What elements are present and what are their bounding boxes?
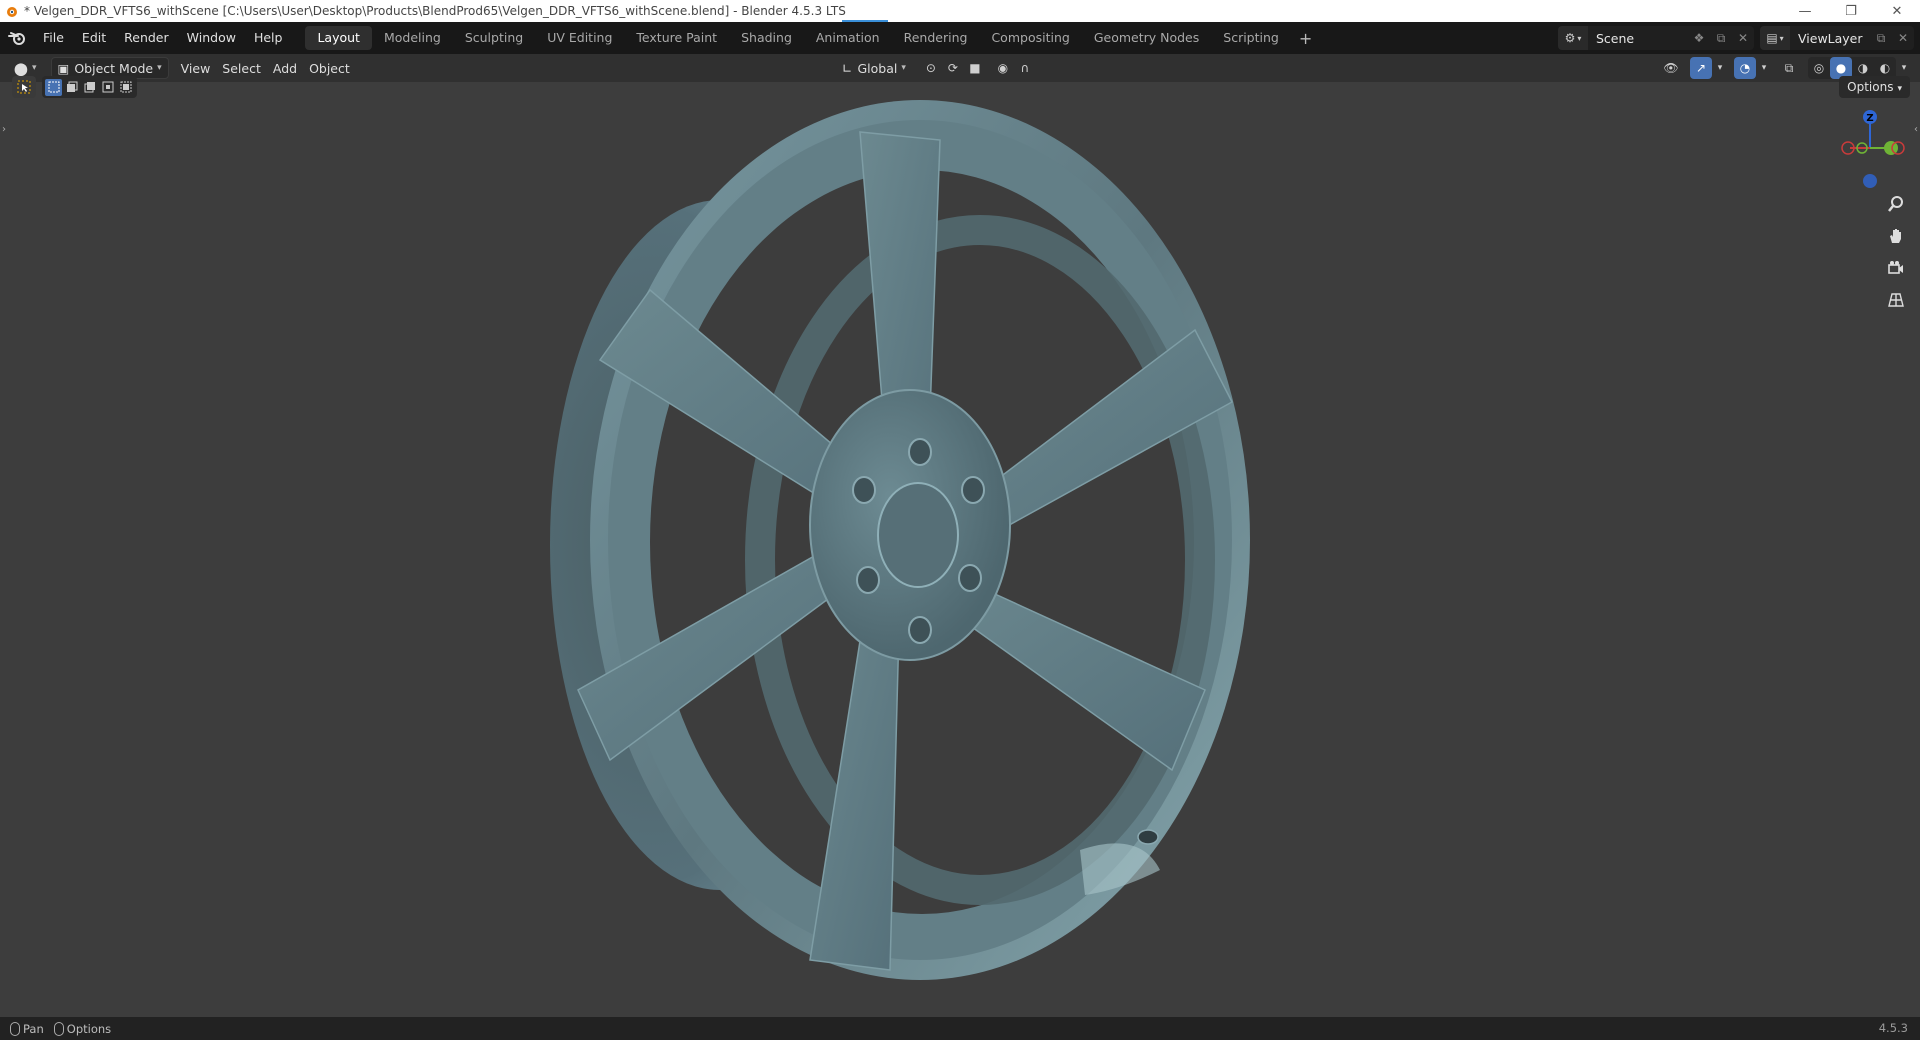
scene-name[interactable]: Scene	[1588, 31, 1688, 46]
selection-mode-group	[42, 76, 137, 98]
mouse-right-icon	[53, 1021, 64, 1036]
gizmo-toggle-icon[interactable]: ↗	[1690, 57, 1712, 79]
snap-icon[interactable]: ⟳	[942, 57, 964, 79]
overlays-toggle-icon[interactable]: ◔	[1734, 57, 1756, 79]
menu-select[interactable]: Select	[216, 57, 267, 79]
blender-topbar: File Edit Render Window Help Layout Mode…	[0, 22, 1920, 54]
status-pan: Pan	[10, 1021, 44, 1036]
neg-z-axis-icon[interactable]	[1863, 174, 1877, 188]
scene-selector[interactable]: ⚙ ▾ Scene ❖ ⧉ ✕	[1558, 26, 1754, 50]
perspective-grid-icon[interactable]	[1884, 288, 1908, 312]
editor-type-icon: ⬤	[14, 60, 28, 76]
select-new-icon[interactable]	[45, 78, 62, 96]
pan-hand-icon[interactable]	[1884, 224, 1908, 248]
lug-hole	[856, 566, 880, 594]
tab-texture-paint[interactable]: Texture Paint	[624, 26, 729, 50]
window-titlebar: * Velgen_DDR_VFTS6_withScene [C:\Users\U…	[0, 0, 1920, 22]
viewport-options-button[interactable]: Options ▾	[1839, 76, 1910, 98]
orientation-label: Global	[857, 60, 898, 76]
menu-add[interactable]: Add	[267, 57, 303, 79]
object-mode-icon: ▣	[57, 60, 70, 76]
active-tool[interactable]	[12, 76, 36, 98]
tab-shading[interactable]: Shading	[729, 26, 804, 50]
sidebar-expand-arrow[interactable]: ‹	[1914, 124, 1918, 135]
wheel-rim-model[interactable]	[460, 90, 1360, 1010]
lug-hole	[908, 616, 932, 644]
mode-label: Object Mode	[74, 60, 154, 76]
lug-hole	[852, 476, 876, 504]
blender-app-icon	[0, 0, 22, 22]
overlays-dropdown-icon[interactable]: ▾	[1758, 57, 1770, 79]
snap-target-icon[interactable]: ■	[964, 57, 986, 79]
lug-hole	[958, 564, 982, 592]
z-axis-label: Z	[1866, 113, 1873, 124]
visibility-icon[interactable]: 👁	[1660, 57, 1682, 79]
menu-file[interactable]: File	[34, 26, 73, 50]
gizmo-dropdown-icon[interactable]: ▾	[1714, 57, 1726, 79]
menu-help[interactable]: Help	[245, 26, 292, 50]
options-label: Options	[1847, 80, 1894, 94]
proportional-editing-icon[interactable]: ◉	[992, 57, 1014, 79]
viewlayer-icon[interactable]: ▤ ▾	[1760, 26, 1790, 50]
menu-window[interactable]: Window	[178, 26, 245, 50]
tab-sculpting[interactable]: Sculpting	[453, 26, 535, 50]
status-bar: Pan Options 4.5.3	[0, 1017, 1920, 1040]
tab-animation[interactable]: Animation	[804, 26, 892, 50]
status-options-label: Options	[66, 1021, 112, 1036]
tab-rendering[interactable]: Rendering	[892, 26, 980, 50]
blender-logo-icon[interactable]	[0, 22, 34, 54]
new-scene-icon[interactable]: ⧉	[1710, 26, 1732, 50]
select-extend-icon[interactable]	[63, 79, 80, 96]
valve-hole	[1137, 829, 1159, 845]
navigation-gizmo[interactable]: Z	[1834, 108, 1906, 188]
tab-uv-editing[interactable]: UV Editing	[535, 26, 624, 50]
lug-hole	[908, 438, 932, 466]
tab-modeling[interactable]: Modeling	[372, 26, 453, 50]
camera-view-icon[interactable]	[1884, 256, 1908, 280]
tab-scripting[interactable]: Scripting	[1211, 26, 1291, 50]
select-subtract-icon[interactable]	[81, 79, 98, 96]
tab-geometry-nodes[interactable]: Geometry Nodes	[1082, 26, 1211, 50]
lug-hole	[961, 476, 985, 504]
version-label: 4.5.3	[1878, 1021, 1908, 1035]
menu-render[interactable]: Render	[115, 26, 178, 50]
viewlayer-name[interactable]: ViewLayer	[1790, 31, 1870, 46]
pin-icon[interactable]: ❖	[1688, 26, 1710, 50]
status-pan-label: Pan	[23, 1021, 44, 1036]
mouse-middle-icon	[10, 1021, 20, 1036]
minimize-icon[interactable]: —	[1782, 0, 1828, 22]
select-intersect-icon[interactable]	[117, 79, 134, 96]
xray-toggle-icon[interactable]: ⧉	[1778, 57, 1800, 79]
orientation-icon: ∟	[842, 60, 853, 76]
wireframe-shading-icon[interactable]: ◎	[1808, 57, 1830, 79]
toolbar-expand-arrow[interactable]: ›	[2, 124, 6, 135]
menu-edit[interactable]: Edit	[73, 26, 115, 50]
tab-compositing[interactable]: Compositing	[979, 26, 1081, 50]
add-workspace-button[interactable]: +	[1291, 29, 1320, 48]
orientation-dropdown[interactable]: ∟ Global ▾	[836, 57, 912, 79]
menu-object[interactable]: Object	[303, 57, 356, 79]
zoom-icon[interactable]	[1884, 192, 1908, 216]
new-viewlayer-icon[interactable]: ⧉	[1870, 26, 1892, 50]
window-title: * Velgen_DDR_VFTS6_withScene [C:\Users\U…	[24, 4, 846, 18]
delete-viewlayer-icon[interactable]: ✕	[1892, 26, 1914, 50]
tab-layout[interactable]: Layout	[305, 26, 372, 50]
falloff-icon[interactable]: ∩	[1014, 57, 1036, 79]
viewport-header: ⬤ ▾ ▣ Object Mode ▾ View Select Add Object…	[0, 54, 1920, 82]
menu-view[interactable]: View	[175, 57, 217, 79]
scene-icon[interactable]: ⚙ ▾	[1558, 26, 1588, 50]
status-options: Options	[53, 1021, 112, 1036]
close-icon[interactable]: ✕	[1874, 0, 1920, 22]
delete-scene-icon[interactable]: ✕	[1732, 26, 1754, 50]
viewlayer-selector[interactable]: ▤ ▾ ViewLayer ⧉ ✕	[1760, 26, 1914, 50]
select-cursor-icon	[17, 80, 31, 94]
center-cap	[877, 482, 959, 588]
restore-icon[interactable]: ❐	[1828, 0, 1874, 22]
select-invert-icon[interactable]	[99, 79, 116, 96]
pivot-point-icon[interactable]: ⊙	[920, 57, 942, 79]
